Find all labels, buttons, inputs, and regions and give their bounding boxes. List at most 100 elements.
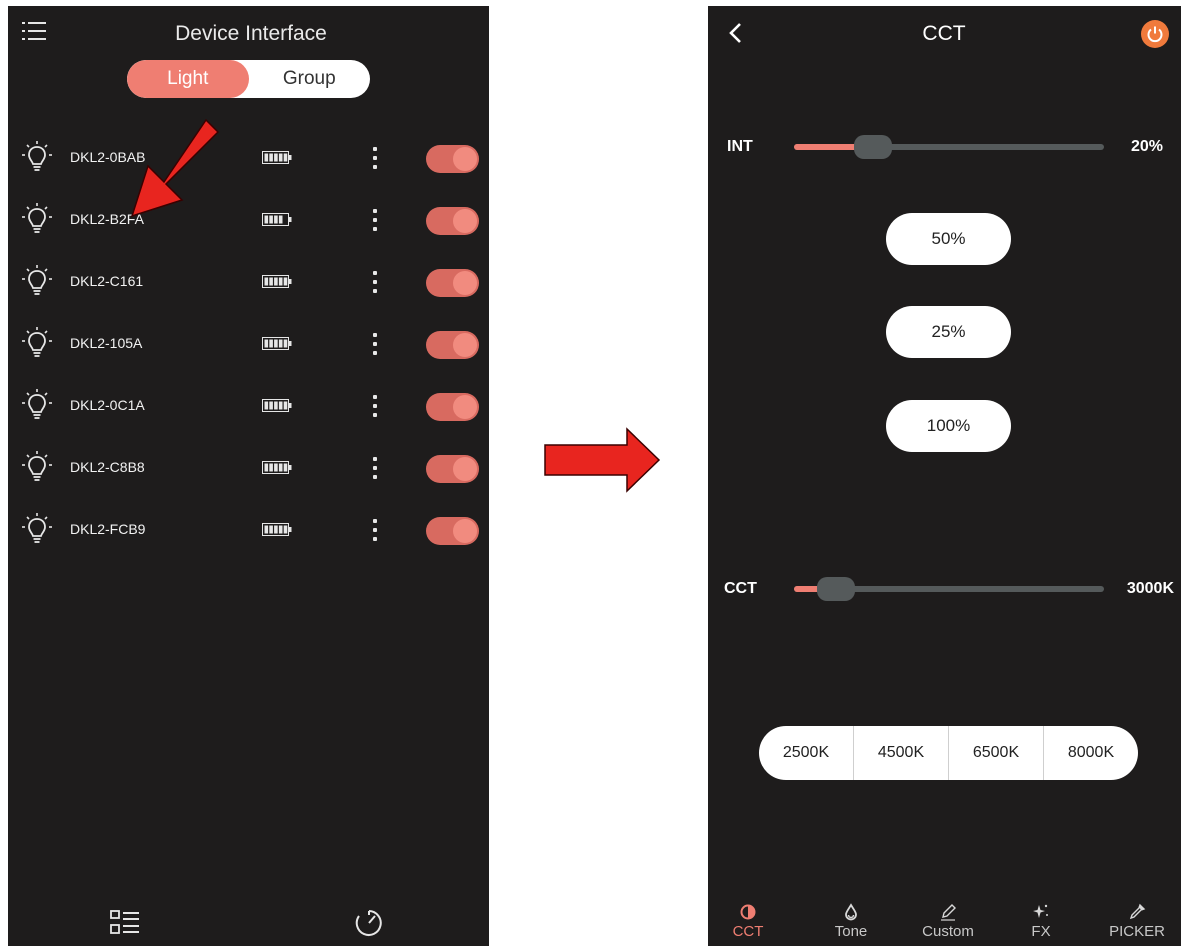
device-row[interactable]: DKL2-0BAB bbox=[8, 128, 489, 190]
mode-tab-bar: CCT Tone Custom FX PICKER bbox=[708, 899, 1181, 946]
battery-bar bbox=[274, 401, 278, 410]
battery-bar bbox=[269, 153, 273, 162]
int-slider-label: INT bbox=[727, 138, 753, 155]
battery-bar bbox=[278, 153, 283, 162]
more-options-icon[interactable] bbox=[372, 519, 378, 541]
more-options-icon[interactable] bbox=[372, 209, 378, 231]
tab-tone-label: Tone bbox=[834, 923, 868, 940]
device-row[interactable]: DKL2-C8B8 bbox=[8, 438, 489, 500]
tab-fx[interactable]: FX bbox=[994, 899, 1088, 940]
battery-bar bbox=[264, 463, 269, 472]
device-name[interactable]: DKL2-FCB9 bbox=[70, 521, 145, 537]
device-power-toggle[interactable] bbox=[426, 517, 479, 545]
device-power-toggle[interactable] bbox=[426, 393, 479, 421]
tab-tone[interactable]: Tone bbox=[804, 899, 898, 940]
menu-icon[interactable] bbox=[22, 20, 46, 42]
int-slider[interactable] bbox=[794, 135, 1104, 159]
preset-25-button[interactable]: 25% bbox=[886, 306, 1011, 358]
cct-slider-label: CCT bbox=[724, 580, 757, 597]
kelvin-4500-button[interactable]: 4500K bbox=[853, 726, 948, 780]
more-options-icon[interactable] bbox=[372, 333, 378, 355]
battery-bar bbox=[269, 339, 273, 348]
battery-icon bbox=[262, 461, 292, 474]
tab-cct[interactable]: CCT bbox=[708, 899, 795, 940]
toggle-knob bbox=[453, 147, 477, 171]
device-name[interactable]: DKL2-0C1A bbox=[70, 397, 145, 413]
kelvin-preset-group: 2500K 4500K 6500K 8000K bbox=[759, 726, 1138, 780]
toggle-knob bbox=[453, 209, 477, 233]
more-options-icon[interactable] bbox=[372, 271, 378, 293]
battery-bar bbox=[264, 401, 269, 410]
device-name[interactable]: DKL2-105A bbox=[70, 335, 142, 351]
tab-custom[interactable]: Custom bbox=[901, 899, 995, 940]
tab-cct-label: CCT bbox=[732, 923, 764, 940]
device-power-toggle[interactable] bbox=[426, 145, 479, 173]
device-power-toggle[interactable] bbox=[426, 331, 479, 359]
battery-bar bbox=[269, 401, 273, 410]
lightbulb-icon bbox=[22, 513, 52, 543]
timer-icon[interactable] bbox=[354, 908, 384, 938]
more-options-icon[interactable] bbox=[372, 457, 378, 479]
light-group-toggle: Light Group bbox=[127, 60, 370, 98]
page-title: CCT bbox=[922, 22, 966, 45]
battery-bar bbox=[278, 277, 283, 286]
device-row[interactable]: DKL2-C161 bbox=[8, 252, 489, 314]
battery-bar bbox=[274, 463, 278, 472]
battery-bar bbox=[283, 153, 288, 162]
battery-bar bbox=[283, 339, 288, 348]
battery-bar bbox=[278, 339, 283, 348]
tab-picker[interactable]: PICKER bbox=[1090, 899, 1181, 940]
device-row[interactable]: DKL2-0C1A bbox=[8, 376, 489, 438]
battery-bar bbox=[274, 339, 278, 348]
device-interface-screen: Device Interface Light Group DKL2-0BAB DK… bbox=[8, 6, 489, 946]
power-icon bbox=[1147, 26, 1163, 43]
lightbulb-icon bbox=[22, 327, 52, 357]
cct-slider[interactable] bbox=[794, 577, 1104, 601]
device-power-toggle[interactable] bbox=[426, 207, 479, 235]
battery-bar bbox=[264, 153, 269, 162]
device-name[interactable]: DKL2-C161 bbox=[70, 273, 143, 289]
toggle-knob bbox=[453, 457, 477, 481]
more-options-icon[interactable] bbox=[372, 395, 378, 417]
power-button[interactable] bbox=[1141, 20, 1169, 48]
device-row[interactable]: DKL2-FCB9 bbox=[8, 500, 489, 562]
toggle-knob bbox=[453, 395, 477, 419]
battery-bar bbox=[278, 463, 283, 472]
toggle-knob bbox=[453, 333, 477, 357]
battery-icon bbox=[262, 275, 292, 288]
more-options-icon[interactable] bbox=[372, 147, 378, 169]
battery-icon bbox=[262, 213, 292, 226]
device-name[interactable]: DKL2-C8B8 bbox=[70, 459, 145, 475]
preset-100-button[interactable]: 100% bbox=[886, 400, 1011, 452]
preset-50-button[interactable]: 50% bbox=[886, 213, 1011, 265]
tab-light[interactable]: Light bbox=[127, 60, 249, 98]
battery-bar bbox=[269, 277, 273, 286]
drop-icon bbox=[845, 903, 857, 921]
tab-custom-label: Custom bbox=[922, 923, 974, 940]
battery-bar bbox=[283, 401, 288, 410]
device-row[interactable]: DKL2-B2FA bbox=[8, 190, 489, 252]
tab-picker-label: PICKER bbox=[1109, 923, 1165, 940]
device-row[interactable]: DKL2-105A bbox=[8, 314, 489, 376]
battery-bar bbox=[278, 401, 283, 410]
kelvin-2500-button[interactable]: 2500K bbox=[759, 726, 853, 780]
lightbulb-icon bbox=[22, 451, 52, 481]
device-power-toggle[interactable] bbox=[426, 455, 479, 483]
page-title: Device Interface bbox=[175, 22, 327, 45]
battery-bar bbox=[269, 525, 273, 534]
sparkle-icon bbox=[1033, 904, 1048, 918]
battery-bar bbox=[283, 463, 288, 472]
battery-bar bbox=[283, 277, 288, 286]
half-circle-icon bbox=[740, 904, 756, 920]
eyedropper-icon bbox=[1129, 903, 1146, 920]
cct-slider-thumb[interactable] bbox=[816, 577, 855, 601]
tab-group[interactable]: Group bbox=[249, 60, 371, 98]
list-view-icon[interactable] bbox=[110, 910, 140, 936]
device-power-toggle[interactable] bbox=[426, 269, 479, 297]
cct-screen: CCT INT 20% 50% 25% 100% CCT 3000K 2500K… bbox=[708, 6, 1181, 946]
int-slider-thumb[interactable] bbox=[854, 135, 892, 159]
battery-bar bbox=[278, 215, 283, 224]
kelvin-6500-button[interactable]: 6500K bbox=[948, 726, 1043, 780]
back-icon[interactable] bbox=[728, 22, 742, 44]
kelvin-8000-button[interactable]: 8000K bbox=[1043, 726, 1138, 780]
